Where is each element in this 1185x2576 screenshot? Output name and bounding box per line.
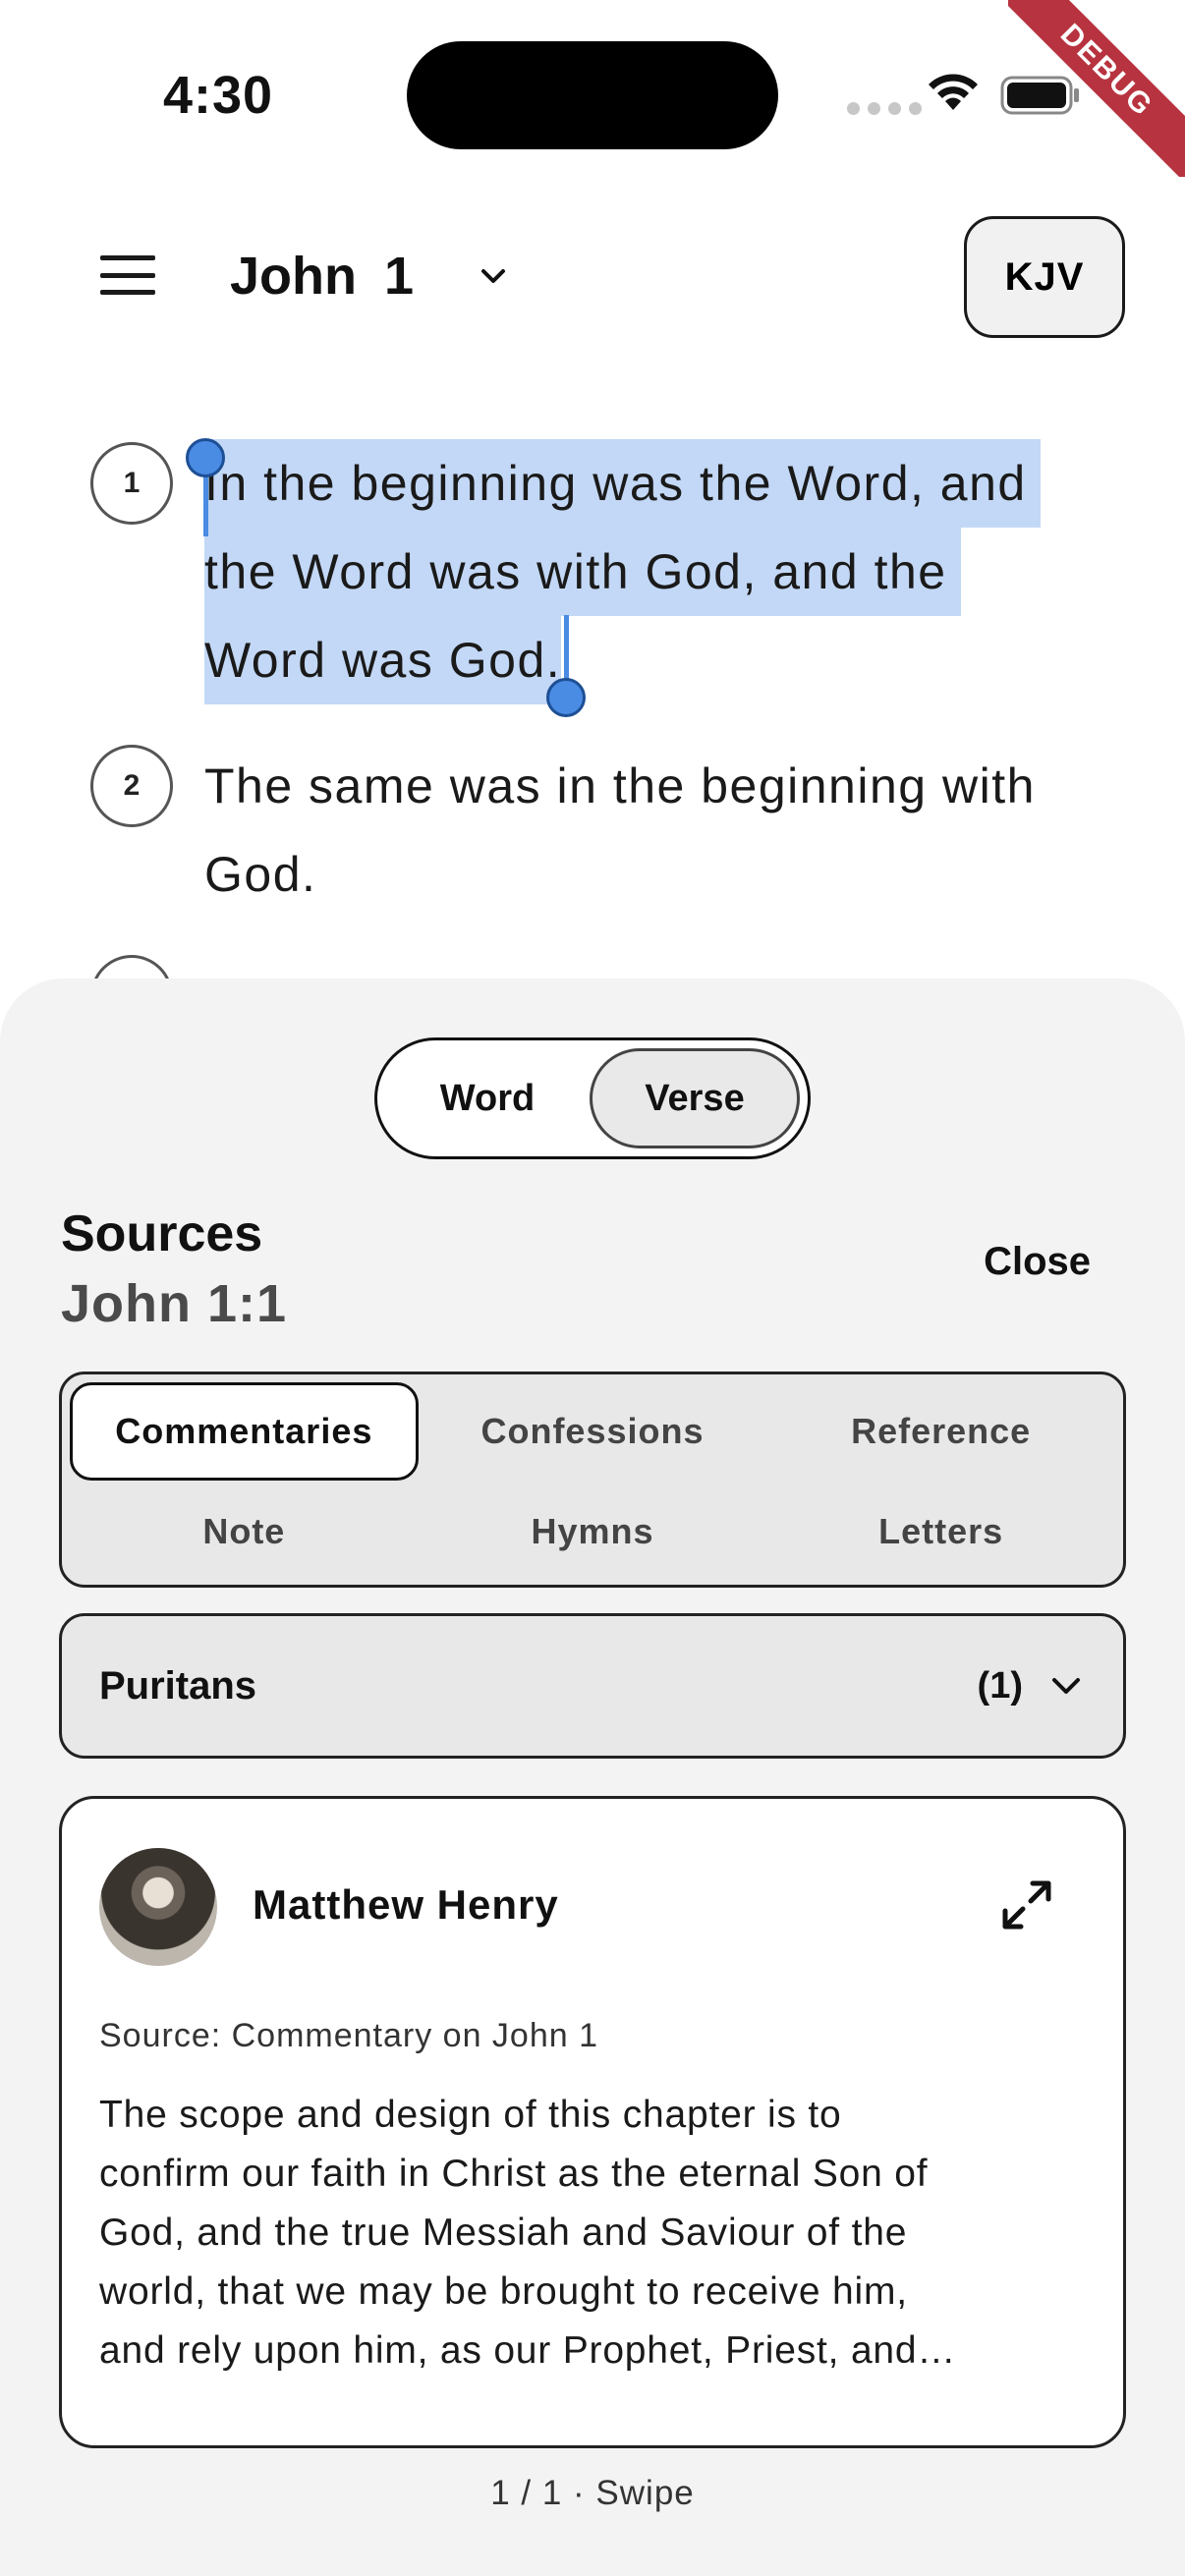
excerpt-line: world, that we may be brought to receive…	[99, 2270, 908, 2313]
tab-commentaries[interactable]: Commentaries	[70, 1382, 419, 1481]
commentary-card[interactable]: Matthew Henry Source: Commentary on John…	[59, 1796, 1126, 2448]
verse-line: In the beginning was the Word, and	[204, 439, 1041, 528]
app-bar: John 1 KJV	[0, 206, 1185, 344]
dynamic-island	[407, 41, 778, 149]
source-tabs: Commentaries Confessions Reference Note …	[59, 1372, 1126, 1588]
author-name: Matthew Henry	[253, 1881, 559, 1928]
verse-number[interactable]: 1	[90, 442, 173, 525]
toggle-verse[interactable]: Verse	[590, 1048, 800, 1148]
verse-text[interactable]: In the beginning was the Word, and the W…	[204, 439, 1089, 704]
avatar	[99, 1848, 217, 1966]
sheet-reference: John 1:1	[61, 1274, 288, 1333]
wifi-icon	[929, 74, 978, 110]
tab-confessions[interactable]: Confessions	[419, 1382, 767, 1481]
excerpt-line: and rely upon him, as our Prophet, Pries…	[99, 2329, 957, 2372]
selection-end-handle[interactable]	[546, 678, 586, 717]
dropdown-count: (1)	[977, 1664, 1023, 1707]
source-line: Source: Commentary on John 1	[99, 2017, 599, 2054]
word-verse-toggle: Word Verse	[374, 1037, 811, 1159]
verse-line: God.	[204, 847, 317, 902]
chevron-down-icon	[481, 269, 506, 283]
expand-icon[interactable]	[999, 1877, 1054, 1932]
category-dropdown[interactable]: Puritans (1)	[59, 1613, 1126, 1759]
status-time: 4:30	[163, 66, 274, 125]
book-name: John	[230, 247, 357, 306]
tab-hymns[interactable]: Hymns	[419, 1481, 767, 1583]
toggle-word[interactable]: Word	[385, 1048, 590, 1148]
menu-icon[interactable]	[100, 255, 155, 295]
verse-text[interactable]: The same was in the beginning with God.	[204, 742, 1089, 919]
verse-line: The same was in the beginning with	[204, 758, 1036, 813]
status-bar: 4:30 DEBUG	[0, 0, 1185, 187]
pager-indicator: 1 / 1 · Swipe	[490, 2474, 695, 2512]
tab-note[interactable]: Note	[70, 1481, 419, 1583]
excerpt-line: God, and the true Messiah and Saviour of…	[99, 2212, 908, 2254]
chevron-down-icon	[1052, 1678, 1080, 1694]
close-button[interactable]: Close	[984, 1240, 1091, 1284]
verse-number[interactable]: 2	[90, 745, 173, 827]
sources-sheet: Word Verse Sources John 1:1 Close Commen…	[0, 979, 1185, 2576]
chapter-number: 1	[384, 247, 415, 306]
debug-ribbon: DEBUG	[1008, 0, 1185, 177]
sheet-title: Sources	[61, 1205, 263, 1262]
dropdown-label: Puritans	[99, 1663, 257, 1708]
cellular-signal-icon	[847, 102, 922, 115]
version-button[interactable]: KJV	[964, 216, 1125, 338]
selection-start-handle[interactable]	[186, 438, 225, 477]
excerpt-line: The scope and design of this chapter is …	[99, 2094, 842, 2136]
excerpt-line: confirm our faith in Christ as the etern…	[99, 2153, 929, 2195]
commentary-excerpt: The scope and design of this chapter is …	[99, 2086, 1092, 2380]
chapter-selector[interactable]: John 1	[230, 246, 510, 307]
verse-line: Word was God.	[204, 616, 562, 704]
verse-line: the Word was with God, and the	[204, 528, 961, 616]
tab-letters[interactable]: Letters	[766, 1481, 1115, 1583]
tab-reference[interactable]: Reference	[766, 1382, 1115, 1481]
